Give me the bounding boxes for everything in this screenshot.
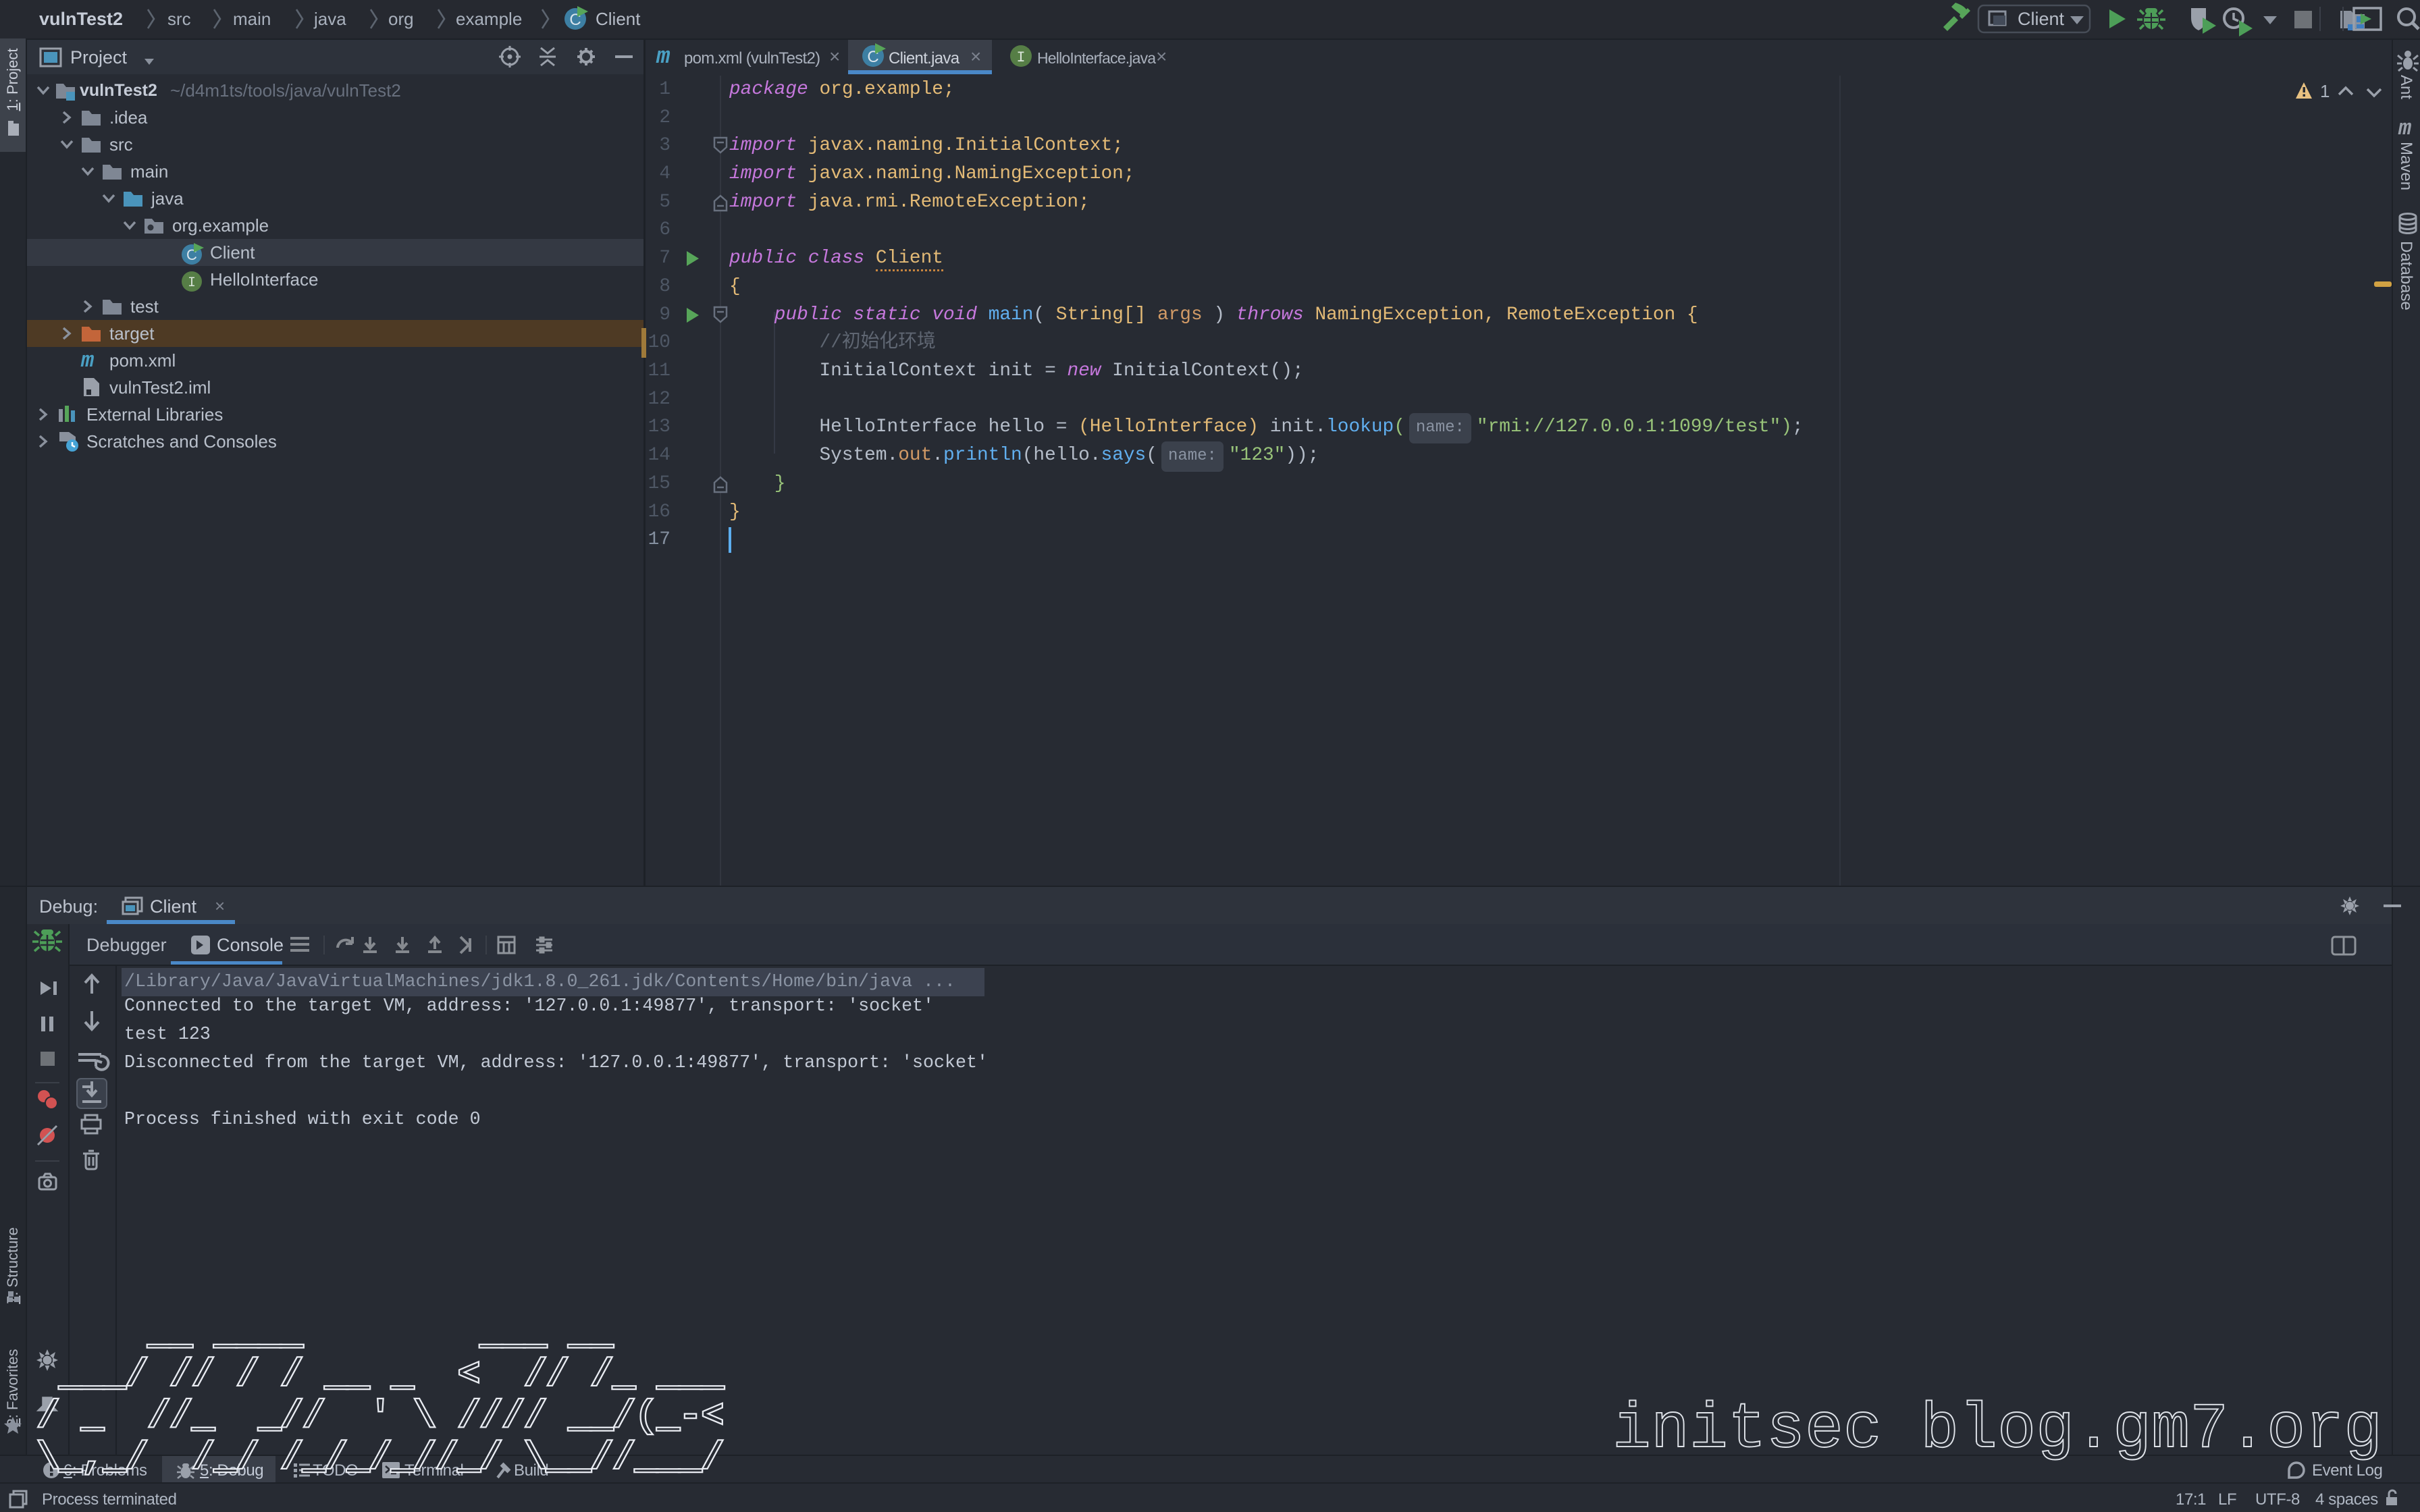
svg-text:Database: Database: [2397, 241, 2415, 310]
svg-text:1: Project: 1: Project: [4, 49, 21, 111]
svg-text:Maven: Maven: [2397, 142, 2415, 190]
svg-text:__ ____ ___ __: __ ____ ___ __: [37, 1313, 613, 1355]
svg-text:Ant: Ant: [2397, 75, 2415, 99]
svg-text:\_,_/ /_/ /_/_/_//_/ \__//___: \_,_/ /_/ /_/_/_//_/ \__//___/: [37, 1437, 724, 1479]
svg-text:/ _ //_ _// ' \ //// __/(_-: / _ //_ _// ' \ //// __/(_-<: [37, 1396, 724, 1438]
svg-text:1: 1: [2320, 81, 2330, 101]
svg-text:I: I: [1016, 49, 1025, 66]
svg-text:___/ // / / __ _ < // /_ ___: ___/ // / / __ _ < // /_ ___: [37, 1354, 724, 1396]
svg-text:2: Favorites: 2: Favorites: [4, 1349, 21, 1427]
svg-text:Client: Client: [2018, 9, 2065, 29]
svg-text:I: I: [188, 275, 196, 291]
svg-text:initsec blog.gm7.org: initsec blog.gm7.org: [1612, 1393, 2382, 1466]
